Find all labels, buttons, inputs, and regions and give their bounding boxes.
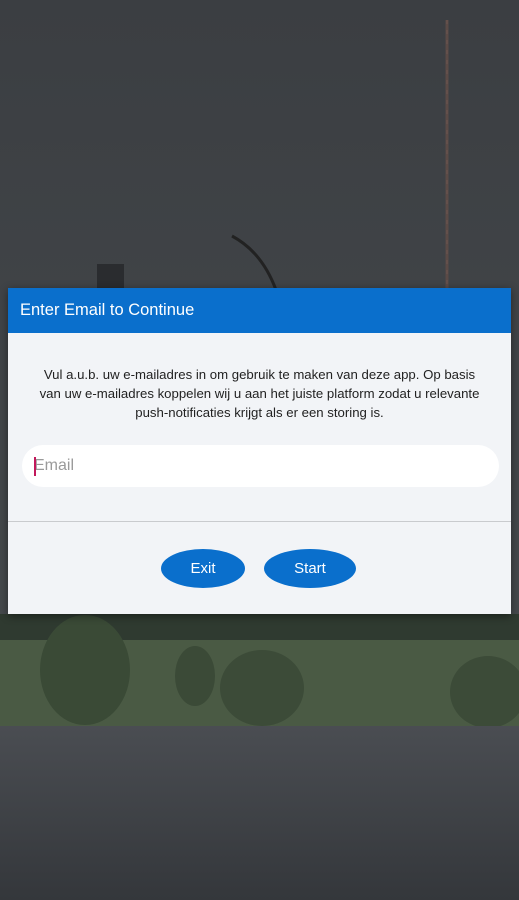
dialog-divider: [8, 521, 511, 522]
email-dialog: Enter Email to Continue Vul a.u.b. uw e-…: [8, 288, 511, 614]
email-input[interactable]: [22, 445, 499, 487]
text-caret: [34, 457, 36, 476]
exit-button[interactable]: Exit: [161, 549, 245, 588]
dialog-message: Vul a.u.b. uw e-mailadres in om gebruik …: [39, 367, 480, 420]
dialog-title: Enter Email to Continue: [20, 301, 195, 319]
dialog-header: Enter Email to Continue: [8, 288, 511, 333]
start-button[interactable]: Start: [264, 549, 356, 588]
